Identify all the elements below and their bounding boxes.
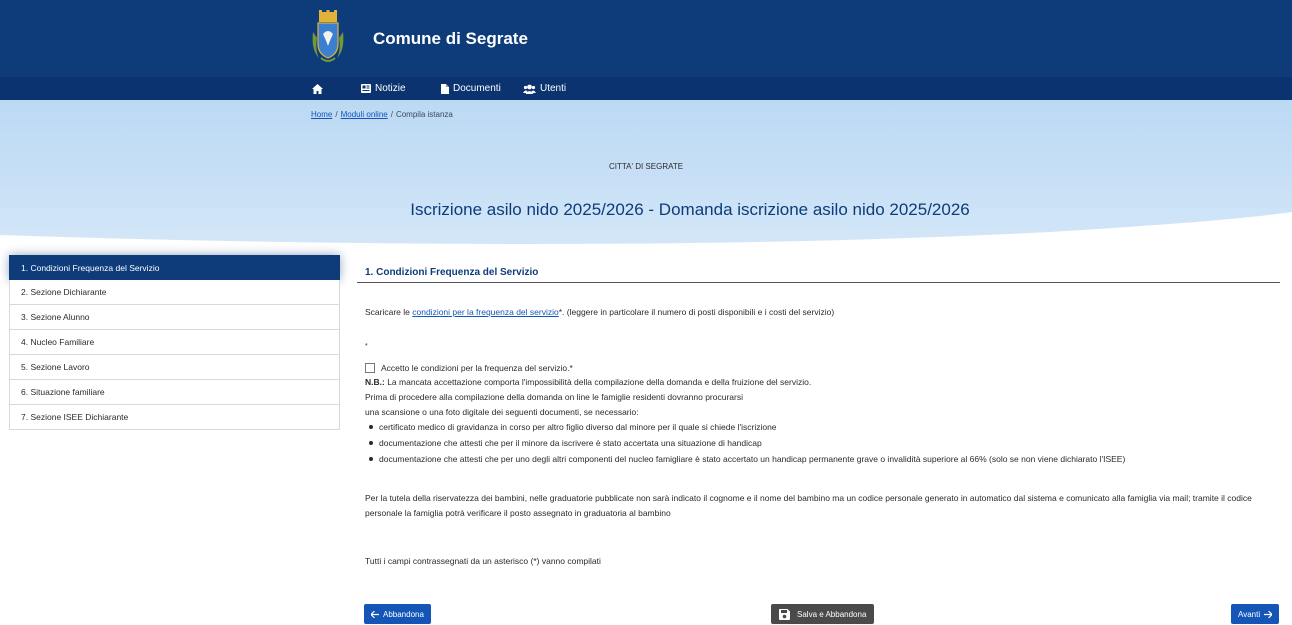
bullet-dot [369,457,373,461]
conditions-link[interactable]: condizioni per la frequenza del servizio [412,307,558,317]
required-asterisk: * [365,343,368,350]
breadcrumb-moduli[interactable]: Moduli online [341,110,388,119]
hero-wave-decoration [0,212,1292,260]
hero-banner [0,100,1292,260]
download-paragraph: Scaricare le condizioni per la frequenza… [365,307,834,317]
step-dichiarante[interactable]: 2. Sezione Dichiarante [9,280,340,305]
accept-conditions-checkbox[interactable] [365,363,375,373]
arrow-left-icon [371,610,379,618]
download-prefix: Scaricare le [365,307,413,317]
accept-conditions-label[interactable]: Accetto le condizioni per la frequenza d… [381,363,573,373]
list-item: documentazione che attesti che per il mi… [369,438,762,448]
breadcrumb-separator: / [335,110,338,119]
save-abandon-button[interactable]: Salva e Abbandona [771,604,875,624]
step-situazione-familiare[interactable]: 6. Situazione familiare [9,380,340,405]
page-title: Iscrizione asilo nido 2025/2026 - Domand… [410,200,970,219]
arrow-right-icon [1264,610,1273,618]
next-button[interactable]: Avanti [1231,604,1280,624]
nav-utenti-label: Utenti [540,83,567,94]
city-crest-logo[interactable] [311,10,345,66]
main-nav: Notizie Documenti Utenti [0,77,1292,100]
nav-notizie-label: Notizie [375,83,406,94]
list-item: documentazione che attesti che per uno d… [369,454,1125,464]
nb-label: N.B.: [365,377,385,387]
bullet-dot [369,441,373,445]
step-lavoro[interactable]: 5. Sezione Lavoro [9,355,340,380]
home-icon [312,83,323,94]
users-icon [523,84,536,94]
breadcrumb-home[interactable]: Home [311,110,332,119]
site-header: Comune di Segrate [0,0,1292,77]
document-icon [441,83,449,94]
privacy-paragraph: Per la tutela della riservatezza dei bam… [365,493,1252,518]
required-note: Tutti i campi contrassegnati da un aster… [365,556,601,566]
bullet-text: certificato medico di gravidanza in cors… [379,422,777,432]
nb-text: La mancata accettazione comporta l'impos… [384,377,812,387]
step-nucleo-familiare[interactable]: 4. Nucleo Familiare [9,330,340,355]
nav-home[interactable] [312,77,323,100]
bullet-dot [369,425,373,429]
bullet-text: documentazione che attesti che per il mi… [379,438,762,448]
step-alunno[interactable]: 3. Sezione Alunno [9,305,340,330]
ente-name: CITTA' DI SEGRATE [608,162,684,171]
breadcrumb-current: Compila istanza [395,110,453,119]
procure-paragraph: Prima di procedere alla compilazione del… [365,392,743,402]
newspaper-icon [361,84,371,93]
abandon-button-label: Abbandona [383,609,424,619]
accept-conditions-row[interactable]: Accetto le condizioni per la frequenza d… [365,363,573,373]
nav-utenti[interactable]: Utenti [523,77,566,100]
steps-sidebar: 1. Condizioni Frequenza del Servizio 2. … [9,255,340,430]
section-divider [357,282,1280,283]
step-isee-dichiarante[interactable]: 7. Sezione ISEE Dichiarante [9,405,340,430]
nav-notizie[interactable]: Notizie [361,77,406,100]
breadcrumb: Home / Moduli online / Compila istanza [311,110,453,119]
save-abandon-button-label: Salva e Abbandona [797,609,867,619]
scan-paragraph: una scansione o una foto digitale dei se… [365,407,639,417]
breadcrumb-separator: / [390,110,393,119]
nav-documenti[interactable]: Documenti [441,77,501,100]
list-item: certificato medico di gravidanza in cors… [369,422,777,432]
step-condizioni[interactable]: 1. Condizioni Frequenza del Servizio [9,255,340,280]
download-suffix: *. (leggere in particolare il numero di … [558,307,835,317]
abandon-button[interactable]: Abbandona [364,604,431,624]
nav-documenti-label: Documenti [453,83,501,94]
site-title[interactable]: Comune di Segrate [373,29,528,49]
nb-paragraph: N.B.: La mancata accettazione comporta l… [365,377,811,387]
bullet-text: documentazione che attesti che per uno d… [379,454,1126,464]
next-button-label: Avanti [1238,609,1261,619]
save-icon [779,608,790,620]
section-title: 1. Condizioni Frequenza del Servizio [365,267,539,278]
